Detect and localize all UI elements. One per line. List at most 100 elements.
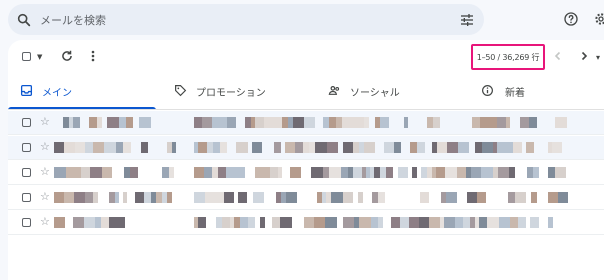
redacted-block [64,192,74,203]
star-icon[interactable]: ☆ [40,190,50,203]
redacted-block [429,217,440,228]
redacted-block [555,167,566,178]
tab-primary[interactable]: メイン [8,76,156,108]
redacted-block [482,142,493,153]
refresh-icon[interactable] [60,49,74,63]
redacted-block [515,192,526,203]
redacted-block [227,117,236,128]
redacted-block [81,167,90,178]
email-date-redacted [548,217,572,228]
redacted-block [73,117,80,128]
redacted-block [481,167,493,178]
redacted-block [400,217,409,228]
redacted-block [119,117,126,128]
redacted-block [218,167,226,178]
redacted-block [477,192,486,203]
redacted-block [123,192,127,203]
pagination-count[interactable]: 1–50 / 36,269 行 [471,44,545,70]
redacted-block [285,142,295,153]
redacted-block [498,167,509,178]
redacted-block [479,217,487,228]
redacted-block [394,142,401,153]
chevron-right-icon[interactable] [578,50,590,62]
input-tools-chevron-icon[interactable]: ▾ [596,53,600,62]
star-icon[interactable]: ☆ [40,115,50,128]
redacted-block [97,117,102,128]
tabs-divider [8,109,604,110]
redacted-block [274,142,281,153]
row-checkbox[interactable] [22,168,31,177]
email-date-redacted [548,192,572,203]
redacted-block [445,167,457,178]
row-checkbox[interactable] [22,193,31,202]
redacted-block [548,217,553,228]
email-date-redacted [548,167,572,178]
redacted-block [513,142,522,153]
email-row[interactable]: ☆ [8,136,604,160]
star-icon[interactable]: ☆ [40,215,50,228]
star-icon[interactable]: ☆ [40,140,50,153]
email-row[interactable]: ☆ [8,161,604,185]
redacted-block [404,117,408,128]
select-dropdown-chevron-icon[interactable]: ▼ [37,53,42,61]
email-subject-redacted [194,217,539,228]
row-checkbox[interactable] [22,143,31,152]
redacted-block [506,117,510,128]
search-input[interactable] [38,9,442,32]
redacted-block [563,192,568,203]
tab-social[interactable]: ソーシャル [318,76,468,108]
redacted-block [85,192,93,203]
row-checkbox[interactable] [22,118,31,127]
redacted-block [419,217,429,228]
redacted-block [529,117,537,128]
redacted-block [555,117,567,128]
redacted-block [455,217,463,228]
redacted-block [222,217,230,228]
email-subject-redacted [194,142,539,153]
redacted-block [162,167,169,178]
redacted-block [271,117,282,128]
redacted-block [467,192,477,203]
redacted-block [280,217,292,228]
email-subject-redacted [194,117,539,128]
email-sender-redacted [54,117,184,128]
redacted-block [214,192,224,203]
row-checkbox[interactable] [22,218,31,227]
redacted-block [66,167,75,178]
tab-promotions[interactable]: プロモーション [164,76,314,108]
redacted-block [341,167,348,178]
star-icon[interactable]: ☆ [40,165,50,178]
more-vert-icon[interactable] [88,49,98,63]
redacted-block [433,117,440,128]
redacted-block [248,217,255,228]
redacted-block [327,142,338,153]
email-row[interactable]: ☆ [8,186,604,210]
redacted-block [420,192,429,203]
redacted-block [238,192,247,203]
redacted-block [343,192,353,203]
redacted-block [342,117,349,128]
search-icon[interactable] [16,12,32,28]
gear-icon[interactable] [593,11,604,27]
redacted-block [252,142,262,153]
redacted-block [109,217,121,228]
tune-icon[interactable] [459,12,475,28]
redacted-block [270,167,278,178]
redacted-block [293,117,304,128]
search-bar[interactable] [8,4,484,35]
email-row[interactable]: ☆ [8,211,604,235]
redacted-block [290,167,301,178]
email-row[interactable]: ☆ [8,111,604,135]
inbox-icon [20,84,33,97]
select-all-checkbox[interactable] [22,52,31,61]
redacted-block [343,142,353,153]
redacted-block [264,117,271,128]
redacted-block [278,167,282,178]
chevron-left-icon[interactable] [552,50,564,62]
help-icon[interactable] [563,11,579,27]
tab-updates[interactable]: 新着 [471,76,601,108]
redacted-block [378,217,383,228]
redacted-block [437,142,447,153]
redacted-block [205,192,214,203]
email-date-redacted [548,117,572,128]
